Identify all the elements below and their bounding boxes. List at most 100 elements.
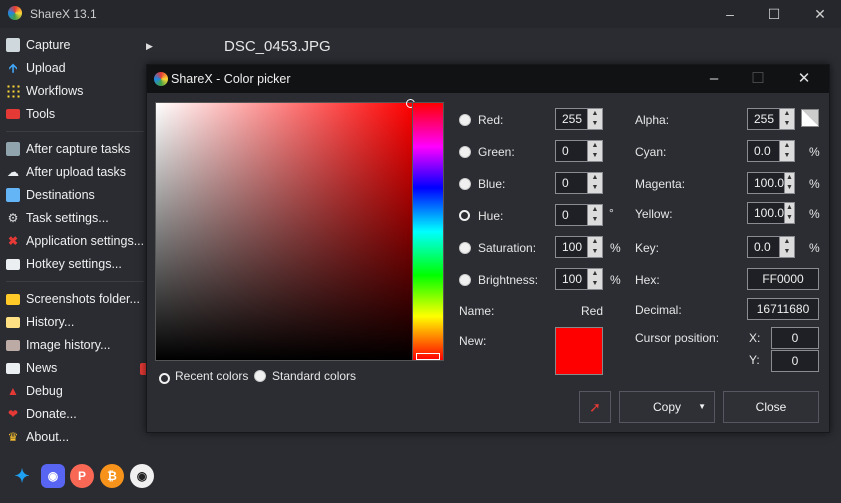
- menu-donate[interactable]: ❤ Donate...: [6, 403, 77, 425]
- menu-application-settings[interactable]: ✖ Application settings...: [6, 230, 144, 252]
- dialog-title: ShareX - Color picker: [171, 72, 291, 86]
- recent-colors-label: Recent colors: [175, 369, 249, 383]
- close-window-button[interactable]: ✕: [810, 4, 830, 24]
- menu-destinations[interactable]: Destinations: [6, 184, 95, 206]
- saturation-spinbox[interactable]: 100 ▲ ▼: [555, 236, 603, 258]
- blue-label: Blue:: [478, 177, 506, 191]
- blue-spinbox[interactable]: 0 ▲ ▼: [555, 172, 603, 194]
- eyedropper-button[interactable]: ➚: [579, 391, 611, 423]
- green-radio[interactable]: [459, 146, 471, 158]
- hue-radio[interactable]: [459, 210, 470, 221]
- dialog-maximize-button[interactable]: ☐: [747, 69, 769, 89]
- menu-debug[interactable]: ▲ Debug: [6, 380, 63, 402]
- patreon-icon[interactable]: P: [70, 464, 94, 488]
- image-history-icon: [6, 339, 20, 351]
- standard-colors-radio[interactable]: [254, 370, 266, 382]
- hex-input[interactable]: FF0000: [747, 268, 819, 290]
- copy-button[interactable]: Copy ▼: [619, 391, 715, 423]
- menu-news[interactable]: News: [6, 357, 57, 379]
- keyboard-icon: [6, 258, 20, 270]
- blue-radio[interactable]: [459, 178, 471, 190]
- folder-icon: [6, 293, 20, 305]
- twitter-icon[interactable]: ✦: [10, 464, 34, 488]
- magenta-spinbox[interactable]: 100.0 ▲ ▼: [747, 172, 795, 194]
- menu-tools[interactable]: Tools: [6, 103, 55, 125]
- percent-unit: %: [610, 241, 621, 255]
- standard-colors-label: Standard colors: [272, 369, 357, 383]
- green-label: Green:: [478, 145, 515, 159]
- menu-history[interactable]: History...: [6, 311, 74, 333]
- saturation-radio[interactable]: [459, 242, 471, 254]
- yellow-label: Yellow:: [635, 207, 673, 221]
- hue-slider[interactable]: [412, 102, 444, 361]
- news-icon: [6, 362, 20, 374]
- window-title: ShareX 13.1: [30, 7, 97, 21]
- menu-upload[interactable]: 🡩 Upload: [6, 57, 66, 79]
- green-spinbox[interactable]: 0 ▲ ▼: [555, 140, 603, 162]
- camera-icon: [6, 38, 20, 52]
- red-label: Red:: [478, 113, 504, 127]
- brightness-spinbox[interactable]: 100 ▲ ▼: [555, 268, 603, 290]
- saturation-brightness-picker[interactable]: [155, 99, 415, 361]
- hue-label: Hue:: [478, 209, 504, 223]
- warning-icon: ▲: [7, 384, 19, 398]
- decimal-input[interactable]: 16711680: [747, 298, 819, 320]
- menu-workflows[interactable]: Workflows: [6, 80, 83, 102]
- magenta-label: Magenta:: [635, 177, 686, 191]
- cursor-x-label: X:: [749, 331, 761, 345]
- maximize-button[interactable]: ☐: [764, 4, 784, 24]
- bitcoin-icon[interactable]: ₿: [100, 464, 124, 488]
- alpha-spinbox[interactable]: 255 ▲ ▼: [747, 108, 795, 130]
- separator: [6, 131, 144, 132]
- yellow-spinbox[interactable]: 100.0 ▲ ▼: [747, 202, 795, 224]
- menu-after-capture[interactable]: After capture tasks: [6, 138, 130, 160]
- percent-unit: %: [809, 177, 820, 191]
- menu-screenshots-folder[interactable]: Screenshots folder...: [6, 288, 140, 310]
- recent-colors-radio[interactable]: [159, 373, 170, 384]
- dialog-minimize-button[interactable]: –: [703, 69, 725, 89]
- gear-icon: ⚙: [7, 211, 19, 225]
- heart-icon: ❤: [7, 407, 19, 421]
- menu-about[interactable]: ♛ About...: [6, 426, 69, 448]
- menu-task-settings[interactable]: ⚙ Task settings...: [6, 207, 109, 229]
- menu-hotkey-settings[interactable]: Hotkey settings...: [6, 253, 122, 275]
- cyan-label: Cyan:: [635, 145, 667, 159]
- github-icon[interactable]: ◉: [130, 464, 154, 488]
- color-picker-dialog: ShareX - Color picker – ☐ ✕ Recent color…: [146, 64, 830, 433]
- percent-unit: %: [809, 241, 820, 255]
- menu-capture[interactable]: Capture: [6, 34, 70, 56]
- upload-arrow-icon: 🡩: [8, 61, 18, 75]
- discord-icon[interactable]: ◉: [41, 464, 65, 488]
- percent-unit: %: [809, 207, 820, 221]
- wrench-icon: ✖: [7, 234, 19, 248]
- history-icon: [6, 316, 20, 328]
- brightness-radio[interactable]: [459, 274, 471, 286]
- key-label: Key:: [635, 241, 660, 255]
- hue-slider-handle[interactable]: [416, 353, 440, 360]
- new-color-label: New:: [459, 334, 487, 348]
- sharex-logo-icon: [154, 72, 168, 86]
- key-spinbox[interactable]: 0.0 ▲ ▼: [747, 236, 795, 258]
- main-titlebar: ShareX 13.1 – ☐ ✕: [0, 0, 841, 28]
- sidebar: Capture ▶ 🡩 Upload Workflows Tools After …: [0, 28, 153, 503]
- cursor-x-input[interactable]: 0: [771, 327, 819, 349]
- hue-spinbox[interactable]: 0 ▲ ▼: [555, 204, 603, 226]
- menu-after-upload[interactable]: ☁ After upload tasks: [6, 161, 126, 183]
- cyan-spinbox[interactable]: 0.0 ▲ ▼: [747, 140, 795, 162]
- toolbox-icon: [6, 109, 20, 119]
- cursor-y-input[interactable]: 0: [771, 350, 819, 372]
- red-spinbox[interactable]: 255 ▲ ▼: [555, 108, 603, 130]
- close-button[interactable]: Close: [723, 391, 819, 423]
- alpha-label: Alpha:: [635, 113, 670, 127]
- saturation-label: Saturation:: [478, 241, 537, 255]
- separator: [6, 281, 144, 282]
- alpha-preview-swatch: [801, 109, 819, 127]
- dialog-close-button[interactable]: ✕: [793, 69, 815, 89]
- red-radio[interactable]: [459, 114, 471, 126]
- menu-image-history[interactable]: Image history...: [6, 334, 111, 356]
- name-label: Name:: [459, 304, 495, 318]
- minimize-button[interactable]: –: [720, 4, 740, 24]
- decimal-label: Decimal:: [635, 303, 682, 317]
- eyedropper-icon: ➚: [589, 399, 601, 415]
- destinations-icon: [6, 188, 20, 202]
